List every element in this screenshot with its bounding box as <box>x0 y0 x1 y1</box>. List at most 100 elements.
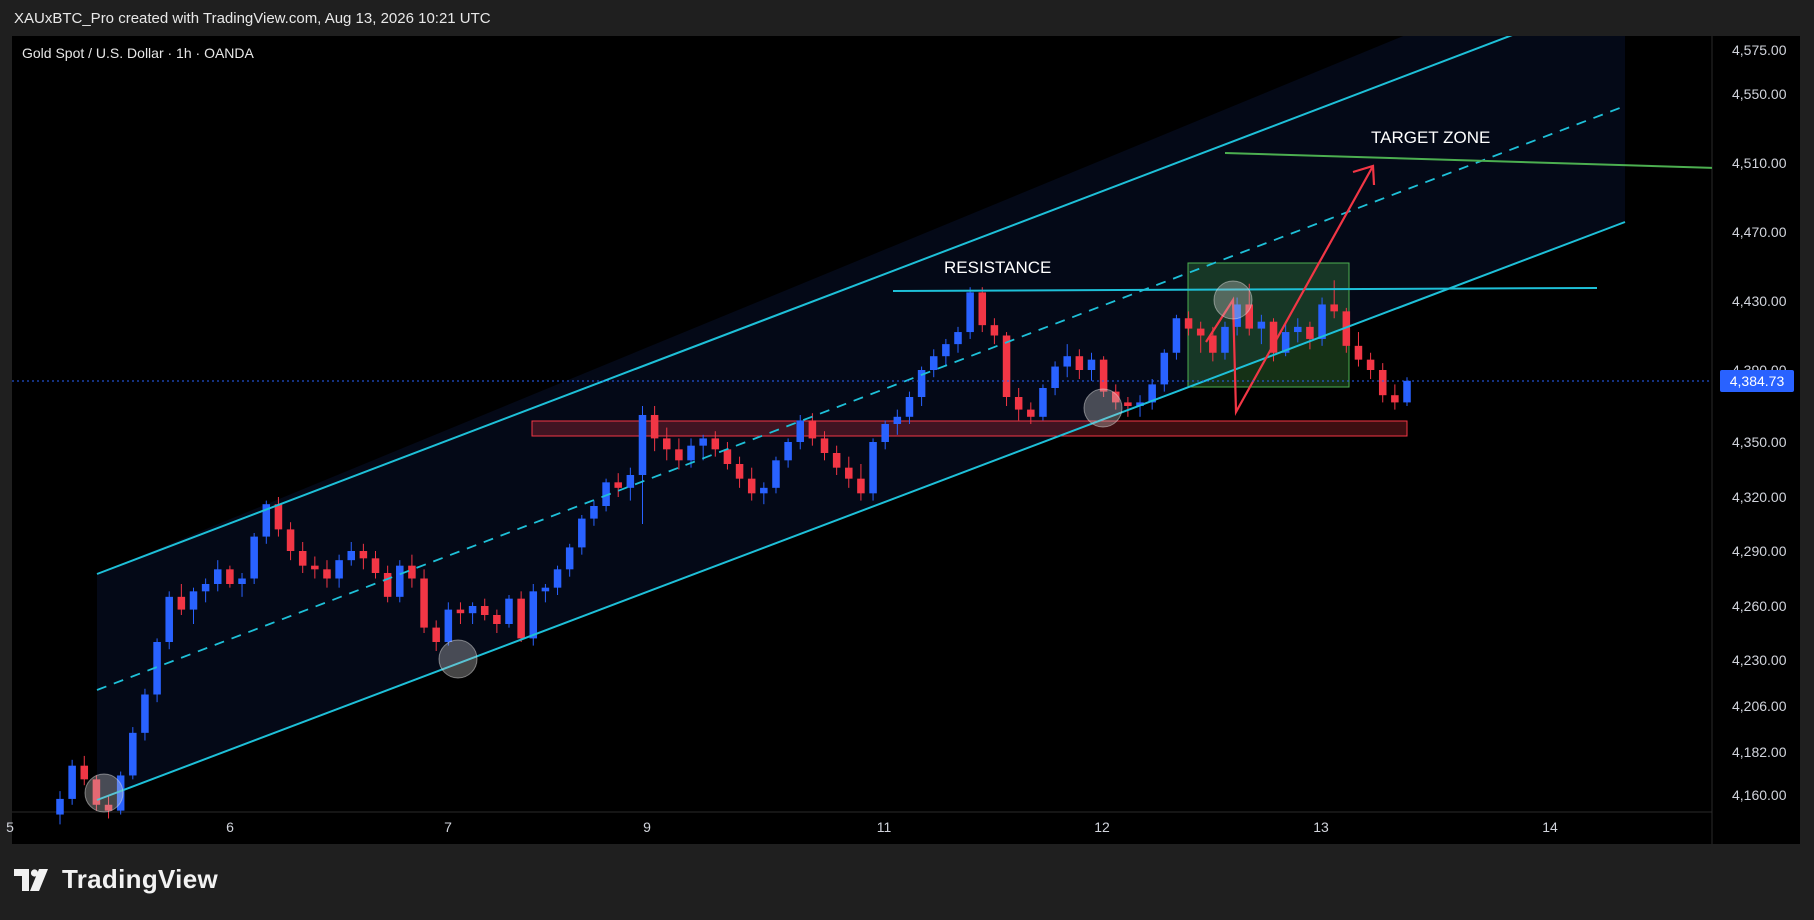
candle[interactable] <box>165 591 173 650</box>
candle[interactable] <box>1403 377 1411 406</box>
price-tick-label: 4,290.00 <box>1732 543 1787 559</box>
candle[interactable] <box>250 533 258 584</box>
candle-body <box>68 765 76 799</box>
candle-body <box>1051 366 1059 388</box>
candle-body <box>1403 380 1411 403</box>
candle-body <box>213 569 222 584</box>
chart-canvas[interactable]: RESISTANCE TARGET ZONE 5 6 7 9 11 12 13 14 4,575… <box>0 0 1814 920</box>
tradingview-logo-icon <box>14 868 48 891</box>
resistance-label: RESISTANCE <box>944 258 1051 277</box>
candle-body <box>201 584 210 592</box>
candle-body <box>590 506 598 519</box>
candle-body <box>1075 356 1084 370</box>
candle-body <box>929 356 938 370</box>
candle-body <box>493 615 501 624</box>
candle-body <box>226 569 234 584</box>
candle-body <box>311 565 319 570</box>
candle[interactable] <box>1039 384 1047 421</box>
candle-body <box>772 460 780 488</box>
candle[interactable] <box>869 438 877 501</box>
candle-body <box>796 420 805 442</box>
time-tick-label: 11 <box>877 819 892 835</box>
price-tick-label: 4,470.00 <box>1732 224 1787 240</box>
price-tick-label: 4,350.00 <box>1732 434 1787 450</box>
candle-body <box>723 449 732 464</box>
candle[interactable] <box>68 759 76 805</box>
candle[interactable] <box>420 569 428 633</box>
candle[interactable] <box>517 591 525 642</box>
candle-body <box>420 578 428 628</box>
target-label: TARGET ZONE <box>1371 128 1490 147</box>
candle-body <box>1172 318 1181 353</box>
candle-body <box>165 596 173 642</box>
price-tick-label: 4,320.00 <box>1732 489 1787 505</box>
candle[interactable] <box>153 638 161 703</box>
chart-title: Gold Spot / U.S. Dollar · 1h · OANDA <box>22 45 255 61</box>
price-tick-label: 4,160.00 <box>1732 787 1787 803</box>
candle-body <box>832 453 841 468</box>
candle[interactable] <box>141 688 149 741</box>
candle-body <box>541 587 550 592</box>
candle[interactable] <box>505 595 513 628</box>
candle-body <box>578 518 586 548</box>
candle-body <box>383 573 392 597</box>
candle-body <box>954 332 962 345</box>
candle-body <box>1294 326 1302 333</box>
candle-body <box>1378 370 1387 396</box>
candle-body <box>638 415 647 475</box>
candle-body <box>1027 409 1035 417</box>
candle-body <box>675 449 683 461</box>
touch-marker <box>1213 280 1253 320</box>
touch-marker <box>438 639 478 679</box>
candle[interactable] <box>396 560 404 603</box>
candle-body <box>286 529 295 551</box>
price-tick-label: 4,575.00 <box>1732 42 1787 58</box>
candle-body <box>845 467 853 479</box>
candle-body <box>1330 304 1338 312</box>
candle-body <box>1209 335 1217 353</box>
support-zone[interactable] <box>531 420 1408 437</box>
candle-body <box>942 344 950 357</box>
candle-body <box>735 464 744 479</box>
candle-body <box>1160 352 1169 385</box>
candle-body <box>808 420 817 439</box>
candle-body <box>517 598 525 639</box>
candle-body <box>274 504 283 530</box>
brand-name: TradingView <box>62 864 218 894</box>
candle[interactable] <box>772 456 780 494</box>
candle-body <box>1257 321 1266 329</box>
last-price-label: 4,384.73 <box>1730 373 1785 389</box>
candle-body <box>966 292 974 333</box>
candle-body <box>820 438 829 453</box>
candle-body <box>408 565 416 579</box>
time-tick-label: 12 <box>1094 819 1110 835</box>
candle-body <box>857 478 865 494</box>
candle-body <box>1002 335 1011 397</box>
candle[interactable] <box>129 727 137 780</box>
time-tick-label: 5 <box>6 819 14 835</box>
candle-body <box>553 569 562 588</box>
price-tick-label: 4,182.00 <box>1732 744 1787 760</box>
candle-body <box>1124 402 1132 406</box>
time-tick-label: 7 <box>444 819 452 835</box>
touch-marker <box>1083 388 1123 428</box>
candle-body <box>529 591 538 639</box>
candle-body <box>177 596 186 610</box>
price-tick-label: 4,430.00 <box>1732 293 1787 309</box>
candle-body <box>905 397 914 417</box>
candle-body <box>893 416 902 424</box>
candle-body <box>56 798 64 815</box>
candle-body <box>881 424 889 442</box>
price-tick-label: 4,550.00 <box>1732 86 1787 102</box>
price-tick-label: 4,260.00 <box>1732 598 1787 614</box>
candle-body <box>456 609 465 614</box>
candle-body <box>1391 395 1399 403</box>
candle[interactable] <box>966 287 974 339</box>
candle-body <box>480 606 489 615</box>
candle-body <box>371 558 380 573</box>
price-tick-label: 4,230.00 <box>1732 652 1787 668</box>
candle-body <box>129 732 137 776</box>
candle-body <box>1354 345 1363 360</box>
time-tick-label: 13 <box>1313 819 1329 835</box>
brand[interactable]: TradingView <box>14 864 218 895</box>
